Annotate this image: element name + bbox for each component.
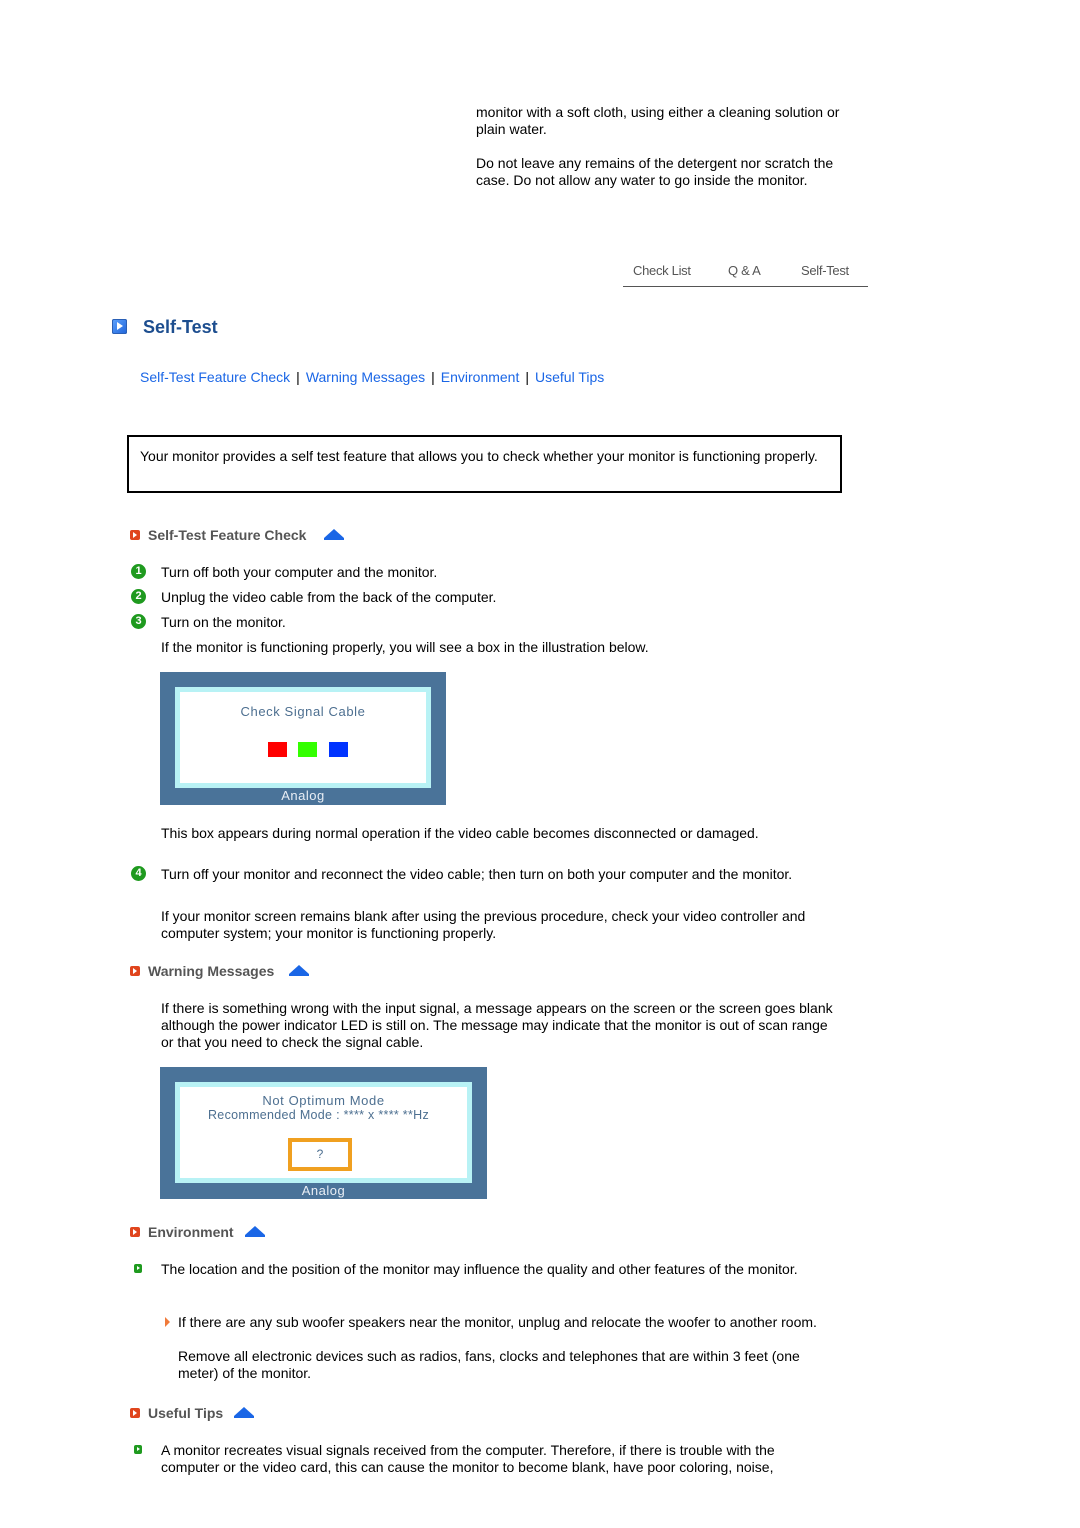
step-1-text: Turn off both your computer and the moni… bbox=[161, 564, 438, 580]
warning-messages-text: If there is something wrong with the inp… bbox=[161, 1000, 833, 1050]
useful-tips-text: A monitor recreates visual signals recei… bbox=[161, 1442, 775, 1475]
osd-screen: Check Signal Cable bbox=[175, 687, 431, 788]
osd-footer: Analog bbox=[281, 788, 325, 803]
step-4-note: If your monitor screen remains blank aft… bbox=[161, 908, 806, 941]
intro-text: Your monitor provides a self test featur… bbox=[140, 448, 818, 464]
step-2-text: Unplug the video cable from the back of … bbox=[161, 589, 497, 605]
not-optimum-mode-illustration: Not Optimum Mode Recommended Mode : ****… bbox=[160, 1067, 487, 1199]
step-3-text: Turn on the monitor. bbox=[161, 614, 286, 630]
back-to-top-icon[interactable] bbox=[324, 529, 344, 540]
paragraph: Do not leave any remains of the detergen… bbox=[476, 155, 834, 188]
link-environment[interactable]: Environment bbox=[441, 369, 520, 385]
section-bullet-icon bbox=[130, 966, 140, 976]
osd-footer: Analog bbox=[301, 1183, 346, 1198]
top-nav: Check List Q & A Self-Test bbox=[623, 262, 868, 287]
step-number-4-icon: 4 bbox=[131, 866, 146, 881]
osd-message: Check Signal Cable bbox=[240, 704, 366, 719]
blue-square bbox=[329, 742, 348, 757]
back-to-top-icon[interactable] bbox=[245, 1226, 265, 1237]
illustration-caption: This box appears during normal operation… bbox=[161, 825, 759, 841]
osd-line-1: Not Optimum Mode bbox=[262, 1093, 385, 1108]
link-useful-tips[interactable]: Useful Tips bbox=[535, 369, 604, 385]
play-square-icon bbox=[112, 319, 127, 334]
nav-qa[interactable]: Q & A bbox=[728, 263, 761, 278]
step-number-3-icon: 3 bbox=[131, 614, 146, 629]
step-number-1-icon: 1 bbox=[131, 564, 146, 579]
environment-devices-text: Remove all electronic devices such as ra… bbox=[178, 1348, 800, 1381]
osd-question-button: ? bbox=[288, 1138, 352, 1171]
separator: | bbox=[525, 369, 529, 385]
red-square bbox=[268, 742, 287, 757]
step-3-note: If the monitor is functioning properly, … bbox=[161, 639, 649, 655]
back-to-top-icon[interactable] bbox=[289, 965, 309, 976]
separator: | bbox=[296, 369, 300, 385]
separator: | bbox=[431, 369, 435, 385]
link-self-test-feature-check[interactable]: Self-Test Feature Check bbox=[140, 369, 290, 385]
nav-self-test[interactable]: Self-Test bbox=[801, 263, 849, 278]
step-4-text: Turn off your monitor and reconnect the … bbox=[161, 866, 793, 882]
link-warning-messages[interactable]: Warning Messages bbox=[306, 369, 425, 385]
orange-arrow-icon bbox=[165, 1317, 170, 1327]
section-bullet-icon bbox=[130, 1227, 140, 1237]
nav-check-list[interactable]: Check List bbox=[633, 263, 691, 278]
heading-useful-tips: Useful Tips bbox=[148, 1405, 224, 1421]
heading-self-test-feature-check: Self-Test Feature Check bbox=[148, 527, 307, 543]
back-to-top-icon[interactable] bbox=[234, 1407, 254, 1418]
heading-environment: Environment bbox=[148, 1224, 234, 1240]
section-bullet-icon bbox=[130, 1408, 140, 1418]
green-bullet-icon bbox=[134, 1264, 142, 1273]
section-links: Self-Test Feature Check | Warning Messages… bbox=[140, 369, 604, 385]
cleaning-instructions: monitor with a soft cloth, using either … bbox=[476, 104, 846, 189]
green-square bbox=[298, 742, 317, 757]
check-signal-cable-illustration: Check Signal Cable Analog bbox=[160, 672, 446, 805]
paragraph: monitor with a soft cloth, using either … bbox=[476, 104, 840, 137]
osd-line-2: Recommended Mode : **** x **** **Hz bbox=[207, 1108, 430, 1122]
environment-subwoofer-text: If there are any sub woofer speakers nea… bbox=[178, 1314, 817, 1330]
intro-box: Your monitor provides a self test featur… bbox=[127, 435, 842, 493]
step-number-2-icon: 2 bbox=[131, 589, 146, 604]
heading-warning-messages: Warning Messages bbox=[148, 963, 275, 979]
green-bullet-icon bbox=[134, 1445, 142, 1454]
environment-text: The location and the position of the mon… bbox=[161, 1261, 798, 1277]
page-title: Self-Test bbox=[143, 317, 218, 337]
section-bullet-icon bbox=[130, 530, 140, 540]
osd-screen: Not Optimum Mode Recommended Mode : ****… bbox=[175, 1082, 472, 1183]
